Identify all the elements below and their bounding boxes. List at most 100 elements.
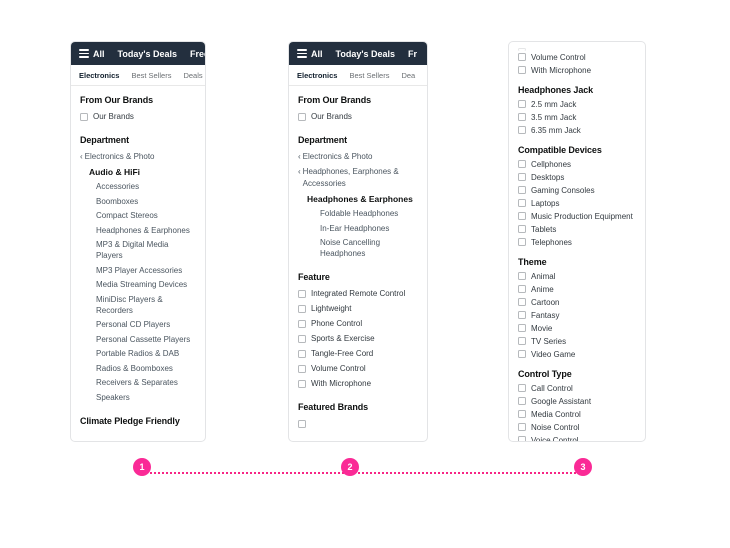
checkbox-icon[interactable] (518, 173, 526, 181)
filter-option-noise-control[interactable]: Noise Control (518, 422, 636, 433)
filter-option-fantasy[interactable]: Fantasy (518, 310, 636, 321)
filter-option-lightweight[interactable]: Lightweight (298, 303, 418, 314)
department-back-link-electronics-photo[interactable]: ‹ Electronics & Photo (298, 151, 418, 163)
checkbox-icon[interactable] (518, 186, 526, 194)
subnav-item-deals[interactable]: Deals (183, 71, 202, 80)
checkbox-icon[interactable] (518, 324, 526, 332)
filter-option-laptops[interactable]: Laptops (518, 198, 636, 209)
filter-option-tablets[interactable]: Tablets (518, 224, 636, 235)
filter-option-music-production-equipment[interactable]: Music Production Equipment (518, 211, 636, 222)
step-marker-1[interactable]: 1 (133, 458, 151, 476)
department-child[interactable]: MP3 Player Accessories (96, 265, 196, 276)
checkbox-icon[interactable] (518, 436, 526, 441)
checkbox-icon[interactable] (518, 53, 526, 61)
step-marker-3[interactable]: 3 (574, 458, 592, 476)
checkbox-icon[interactable] (518, 350, 526, 358)
subnav-item-best-sellers[interactable]: Best Sellers (131, 71, 171, 80)
department-child[interactable]: Boomboxes (96, 196, 196, 207)
checkbox-icon[interactable] (518, 47, 526, 51)
department-child[interactable]: Personal CD Players (96, 319, 196, 330)
step-marker-2[interactable]: 2 (341, 458, 359, 476)
department-child[interactable]: Speakers (96, 392, 196, 403)
checkbox-icon[interactable] (518, 285, 526, 293)
nav-link-todays-deals[interactable]: Today's Deals (118, 49, 178, 59)
filter-option-our-brands[interactable]: Our Brands (80, 111, 196, 122)
checkbox-icon[interactable] (518, 311, 526, 319)
department-child[interactable]: Accessories (96, 181, 196, 192)
checkbox-icon[interactable] (298, 319, 306, 328)
filter-option-truncated-top[interactable] (518, 46, 636, 51)
filter-option-volume-control[interactable]: Volume Control (518, 52, 636, 63)
checkbox-icon[interactable] (518, 272, 526, 280)
department-child[interactable]: Media Streaming Devices (96, 279, 196, 290)
filter-option-gaming-consoles[interactable]: Gaming Consoles (518, 185, 636, 196)
department-child[interactable]: MP3 & Digital Media Players (96, 239, 196, 261)
checkbox-icon[interactable] (518, 423, 526, 431)
department-child[interactable]: Headphones & Earphones (96, 225, 196, 236)
checkbox-icon[interactable] (298, 304, 306, 313)
checkbox-icon[interactable] (298, 334, 306, 343)
department-child[interactable]: Personal Cassette Players (96, 334, 196, 345)
filter-option-telephones[interactable]: Telephones (518, 237, 636, 248)
checkbox-icon[interactable] (518, 384, 526, 392)
checkbox-icon[interactable] (518, 160, 526, 168)
subnav-item-electronics[interactable]: Electronics (79, 71, 119, 80)
filter-option-2-5-mm-jack[interactable]: 2.5 mm Jack (518, 99, 636, 110)
checkbox-icon[interactable] (518, 337, 526, 345)
filter-option-phone-control[interactable]: Phone Control (298, 318, 418, 329)
filter-option-sports-exercise[interactable]: Sports & Exercise (298, 333, 418, 344)
department-back-link-electronics-photo[interactable]: ‹ Electronics & Photo (80, 151, 196, 163)
nav-all-menu-button[interactable]: All (79, 48, 105, 60)
department-child[interactable]: Compact Stereos (96, 210, 196, 221)
department-child[interactable]: Foldable Headphones (320, 208, 418, 219)
checkbox-icon[interactable] (298, 364, 306, 373)
filter-option-call-control[interactable]: Call Control (518, 383, 636, 394)
nav-link-free[interactable]: Fr (408, 49, 417, 59)
department-child[interactable]: Radios & Boomboxes (96, 363, 196, 374)
checkbox-icon[interactable] (518, 410, 526, 418)
checkbox-icon[interactable] (518, 113, 526, 121)
filter-option-cellphones[interactable]: Cellphones (518, 159, 636, 170)
checkbox-icon[interactable] (518, 212, 526, 220)
filter-option-volume-control[interactable]: Volume Control (298, 363, 418, 374)
nav-link-todays-deals[interactable]: Today's Deals (336, 49, 396, 59)
checkbox-icon[interactable] (518, 126, 526, 134)
checkbox-icon[interactable] (518, 199, 526, 207)
checkbox-icon[interactable] (298, 112, 306, 121)
nav-all-menu-button[interactable]: All (297, 48, 323, 60)
filter-option-desktops[interactable]: Desktops (518, 172, 636, 183)
subnav-item-best-sellers[interactable]: Best Sellers (349, 71, 389, 80)
department-child[interactable]: Noise Cancelling Headphones (320, 237, 418, 259)
department-child[interactable]: Receivers & Separates (96, 377, 196, 388)
checkbox-icon[interactable] (298, 419, 306, 428)
department-child[interactable]: MiniDisc Players & Recorders (96, 294, 196, 316)
checkbox-icon[interactable] (518, 225, 526, 233)
filter-option-with-microphone[interactable]: With Microphone (518, 65, 636, 76)
filter-option-movie[interactable]: Movie (518, 323, 636, 334)
filter-option-tangle-free-cord[interactable]: Tangle-Free Cord (298, 348, 418, 359)
checkbox-icon[interactable] (518, 66, 526, 74)
filter-option-video-game[interactable]: Video Game (518, 349, 636, 360)
filter-option-truncated[interactable] (298, 418, 418, 428)
filter-option-anime[interactable]: Anime (518, 284, 636, 295)
filter-option-animal[interactable]: Animal (518, 271, 636, 282)
filter-option-3-5-mm-jack[interactable]: 3.5 mm Jack (518, 112, 636, 123)
department-back-link-headphones-earphones-accessories[interactable]: ‹ Headphones, Earphones & Accessories (298, 166, 418, 190)
subnav-item-deals[interactable]: Dea (401, 71, 415, 80)
filter-option-integrated-remote-control[interactable]: Integrated Remote Control (298, 288, 418, 299)
filter-option-cartoon[interactable]: Cartoon (518, 297, 636, 308)
filter-option-media-control[interactable]: Media Control (518, 409, 636, 420)
filter-option-tv-series[interactable]: TV Series (518, 336, 636, 347)
department-child[interactable]: Portable Radios & DAB (96, 348, 196, 359)
checkbox-icon[interactable] (80, 112, 88, 121)
checkbox-icon[interactable] (518, 100, 526, 108)
checkbox-icon[interactable] (298, 289, 306, 298)
filter-option-google-assistant[interactable]: Google Assistant (518, 396, 636, 407)
checkbox-icon[interactable] (298, 379, 306, 388)
nav-link-free[interactable]: Free (190, 49, 205, 59)
filter-option-our-brands[interactable]: Our Brands (298, 111, 418, 122)
subnav-item-electronics[interactable]: Electronics (297, 71, 337, 80)
checkbox-icon[interactable] (518, 298, 526, 306)
filter-option-voice-control[interactable]: Voice Control (518, 435, 636, 441)
checkbox-icon[interactable] (298, 349, 306, 358)
